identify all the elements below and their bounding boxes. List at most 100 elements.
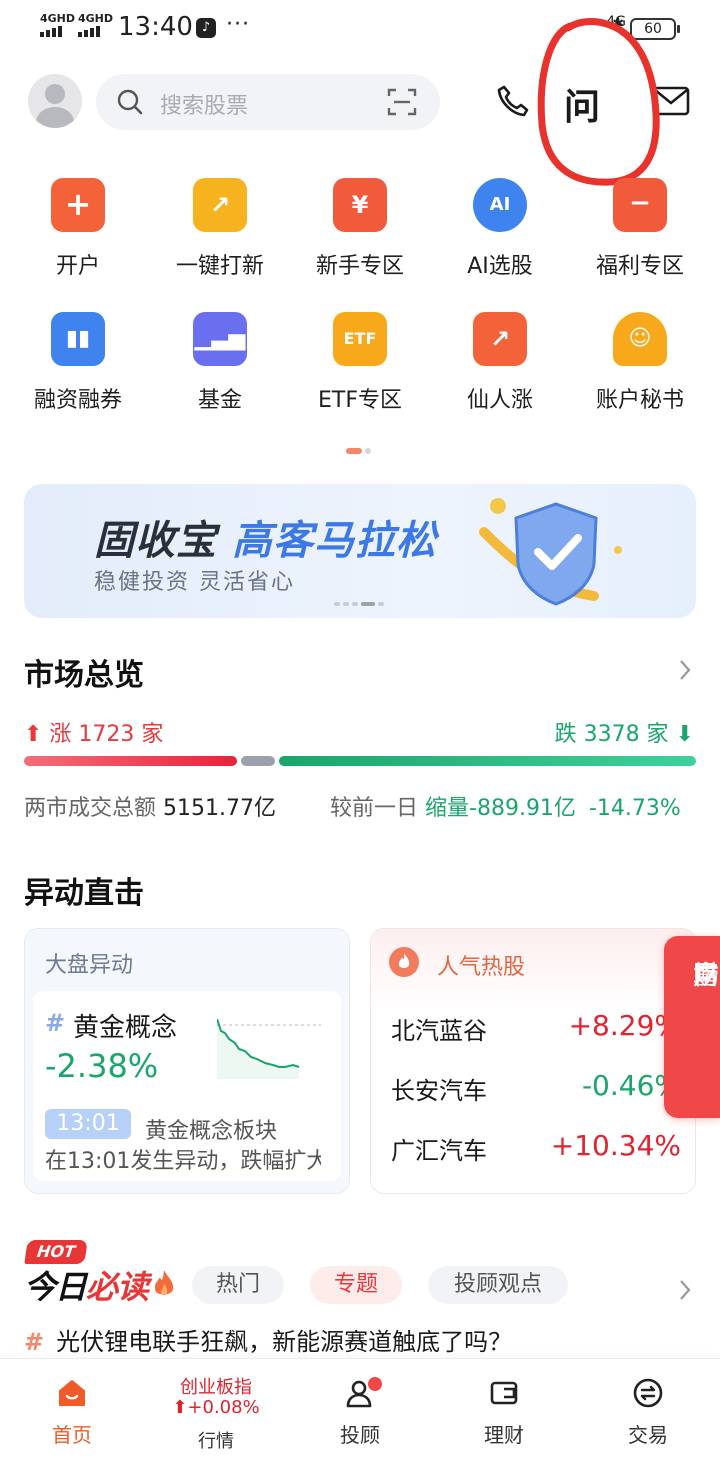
nav-home[interactable]: 首页 xyxy=(0,1359,144,1460)
hot-stock-row[interactable]: 北汽蓝谷 +8.29% xyxy=(391,1009,681,1046)
news-headline[interactable]: # 光伏锂电联手狂飙，新能源赛道触底了吗？ xyxy=(24,1322,512,1357)
flame-icon xyxy=(154,1270,174,1296)
hash-icon: # xyxy=(45,1009,66,1037)
chevron-right-icon[interactable] xyxy=(678,658,692,682)
battery-indicator: 60 xyxy=(630,18,680,40)
user-avatar[interactable] xyxy=(28,74,82,128)
grid-label: 福利专区 xyxy=(595,254,684,279)
arrow-up-icon: ⬆ xyxy=(24,722,43,747)
open-account-icon: + xyxy=(51,178,105,232)
turnover-comparison: 较前一日 缩量-889.91亿 -14.73% xyxy=(330,790,681,822)
banner-title-a: 固收宝 xyxy=(94,518,217,564)
grid-item-ai-stock[interactable]: AI AI选股 xyxy=(430,178,570,280)
clock: 13:40 xyxy=(118,12,193,42)
sector-sparkline xyxy=(217,1018,321,1079)
search-placeholder: 搜索股票 xyxy=(160,94,249,119)
hot-stocks-header: 人气热股 xyxy=(437,955,526,980)
search-bar[interactable]: 搜索股票 xyxy=(96,74,440,130)
banner-subtitle: 稳健投资 灵活省心 xyxy=(94,570,295,595)
hot-stocks-card[interactable]: 人气热股 北汽蓝谷 +8.29% 长安汽车 -0.46% 广汇汽车 +10.34… xyxy=(370,928,696,1194)
network-type-1: 4GHD xyxy=(40,12,76,25)
more-notifications-icon: ··· xyxy=(226,12,250,37)
hot-badge: HOT xyxy=(24,1240,88,1264)
grid-item-fund[interactable]: ▁▃▅ 基金 xyxy=(150,312,290,414)
decliners-text: 跌 3378 家 xyxy=(554,722,669,747)
tiktok-notification-icon: ♪ xyxy=(196,18,216,38)
banner-title-b: 高客马拉松 xyxy=(231,518,437,564)
secretary-icon: ☺ xyxy=(613,312,667,366)
nav-label: 行情 xyxy=(198,1431,234,1452)
tab-advisor-views[interactable]: 投顾观点 xyxy=(428,1266,568,1304)
grid-label: 账户秘书 xyxy=(595,388,684,413)
anomaly-desc-line1: 黄金概念板块 xyxy=(145,1119,278,1144)
hot-stock-row[interactable]: 广汇汽车 +10.34% xyxy=(391,1129,681,1166)
decliners-count: 跌 3378 家 ⬇ xyxy=(555,716,694,748)
nav-trade[interactable]: 交易 xyxy=(576,1359,720,1460)
grid-item-open-account[interactable]: + 开户 xyxy=(8,178,148,280)
tab-hot[interactable]: 热门 xyxy=(192,1266,284,1304)
grid-item-etf[interactable]: ETF ETF专区 xyxy=(290,312,430,414)
wealth-plaza-floating-tab[interactable]: 财 富 广 场 xyxy=(664,936,720,1118)
grid-label: ETF专区 xyxy=(318,388,402,413)
advancers-count: ⬆ 涨 1723 家 xyxy=(24,716,163,748)
promo-banner[interactable]: 固收宝 高客马拉松 稳健投资 灵活省心 xyxy=(24,484,696,618)
ask-icon[interactable]: 问 xyxy=(564,78,600,130)
banner-page-indicator xyxy=(334,602,387,618)
grid-page-indicator xyxy=(346,448,374,467)
chevron-right-icon[interactable] xyxy=(678,1278,692,1302)
nav-finance[interactable]: 理财 xyxy=(432,1359,576,1460)
grid-item-xianrenzhang[interactable]: ↗ 仙人涨 xyxy=(430,312,570,414)
etf-icon: ETF xyxy=(333,312,387,366)
xianrenzhang-icon: ↗ xyxy=(473,312,527,366)
grid-item-newbie[interactable]: ¥ 新手专区 xyxy=(290,178,430,280)
compare-pct: -14.73% xyxy=(588,796,681,821)
advancers-text: 涨 1723 家 xyxy=(49,722,164,747)
grid-item-secretary[interactable]: ☺ 账户秘书 xyxy=(570,312,710,414)
network-type-2: 4GHD xyxy=(78,12,114,25)
compare-label: 较前一日 xyxy=(330,796,419,821)
decline-segment xyxy=(279,756,696,766)
status-network: 4G xyxy=(606,14,626,30)
grid-label: 新手专区 xyxy=(315,254,404,279)
hash-icon: # xyxy=(24,1328,45,1356)
search-icon xyxy=(117,89,143,115)
flat-segment xyxy=(241,756,275,766)
nav-market[interactable]: 创业板指 ⬆+0.08% 行情 xyxy=(144,1359,288,1460)
status-bar: 4GHD 4GHD 13:40 ♪ ··· ✱ 4G 60 xyxy=(0,0,720,60)
tab-topic[interactable]: 专题 xyxy=(310,1266,402,1304)
compare-value: 缩量-889.91亿 xyxy=(425,796,576,821)
trade-icon xyxy=(633,1378,663,1408)
shield-icon xyxy=(479,498,622,606)
stock-name: 北汽蓝谷 xyxy=(391,1017,487,1045)
grid-item-margin[interactable]: ▮▮ 融资融券 xyxy=(8,312,148,414)
signal-indicator-1: 4GHD xyxy=(40,12,76,37)
arrow-down-icon: ⬇ xyxy=(675,722,694,747)
phone-icon[interactable] xyxy=(496,84,530,118)
grid-item-welfare[interactable]: − 福利专区 xyxy=(570,178,710,280)
anomaly-detail[interactable]: # 黄金概念 -2.38% 13:01 黄金概念板块 在13:01发生异动，跌幅… xyxy=(33,991,341,1181)
market-index-change: ⬆+0.08% xyxy=(172,1397,260,1418)
mail-icon[interactable] xyxy=(652,86,690,116)
newbie-icon: ¥ xyxy=(333,178,387,232)
grid-item-ipo[interactable]: ↗ 一键打新 xyxy=(150,178,290,280)
grid-label: 融资融券 xyxy=(33,388,122,413)
market-overview-title: 市场总览 xyxy=(24,658,144,693)
ipo-icon: ↗ xyxy=(193,178,247,232)
fund-icon: ▁▃▅ xyxy=(193,312,247,366)
hot-stock-row[interactable]: 长安汽车 -0.46% xyxy=(391,1069,681,1106)
advance-decline-bar xyxy=(24,756,696,766)
nav-advisor[interactable]: 投顾 xyxy=(288,1359,432,1460)
turnover-value: 5151.77亿 xyxy=(163,796,276,821)
nav-label: 投顾 xyxy=(340,1423,380,1447)
welfare-icon: − xyxy=(613,178,667,232)
market-anomaly-card[interactable]: 大盘异动 # 黄金概念 -2.38% 13:01 黄金概念板块 在13:01发生… xyxy=(24,928,350,1194)
fire-icon xyxy=(389,947,419,977)
ai-icon: AI xyxy=(473,178,527,232)
stock-change: +10.34% xyxy=(550,1129,681,1162)
home-icon xyxy=(59,1380,85,1406)
scan-icon[interactable] xyxy=(386,86,418,118)
grid-label: 开户 xyxy=(55,254,100,279)
notification-dot xyxy=(368,1377,382,1391)
stock-name: 广汇汽车 xyxy=(391,1137,487,1165)
market-anomaly-header: 大盘异动 xyxy=(45,953,134,978)
